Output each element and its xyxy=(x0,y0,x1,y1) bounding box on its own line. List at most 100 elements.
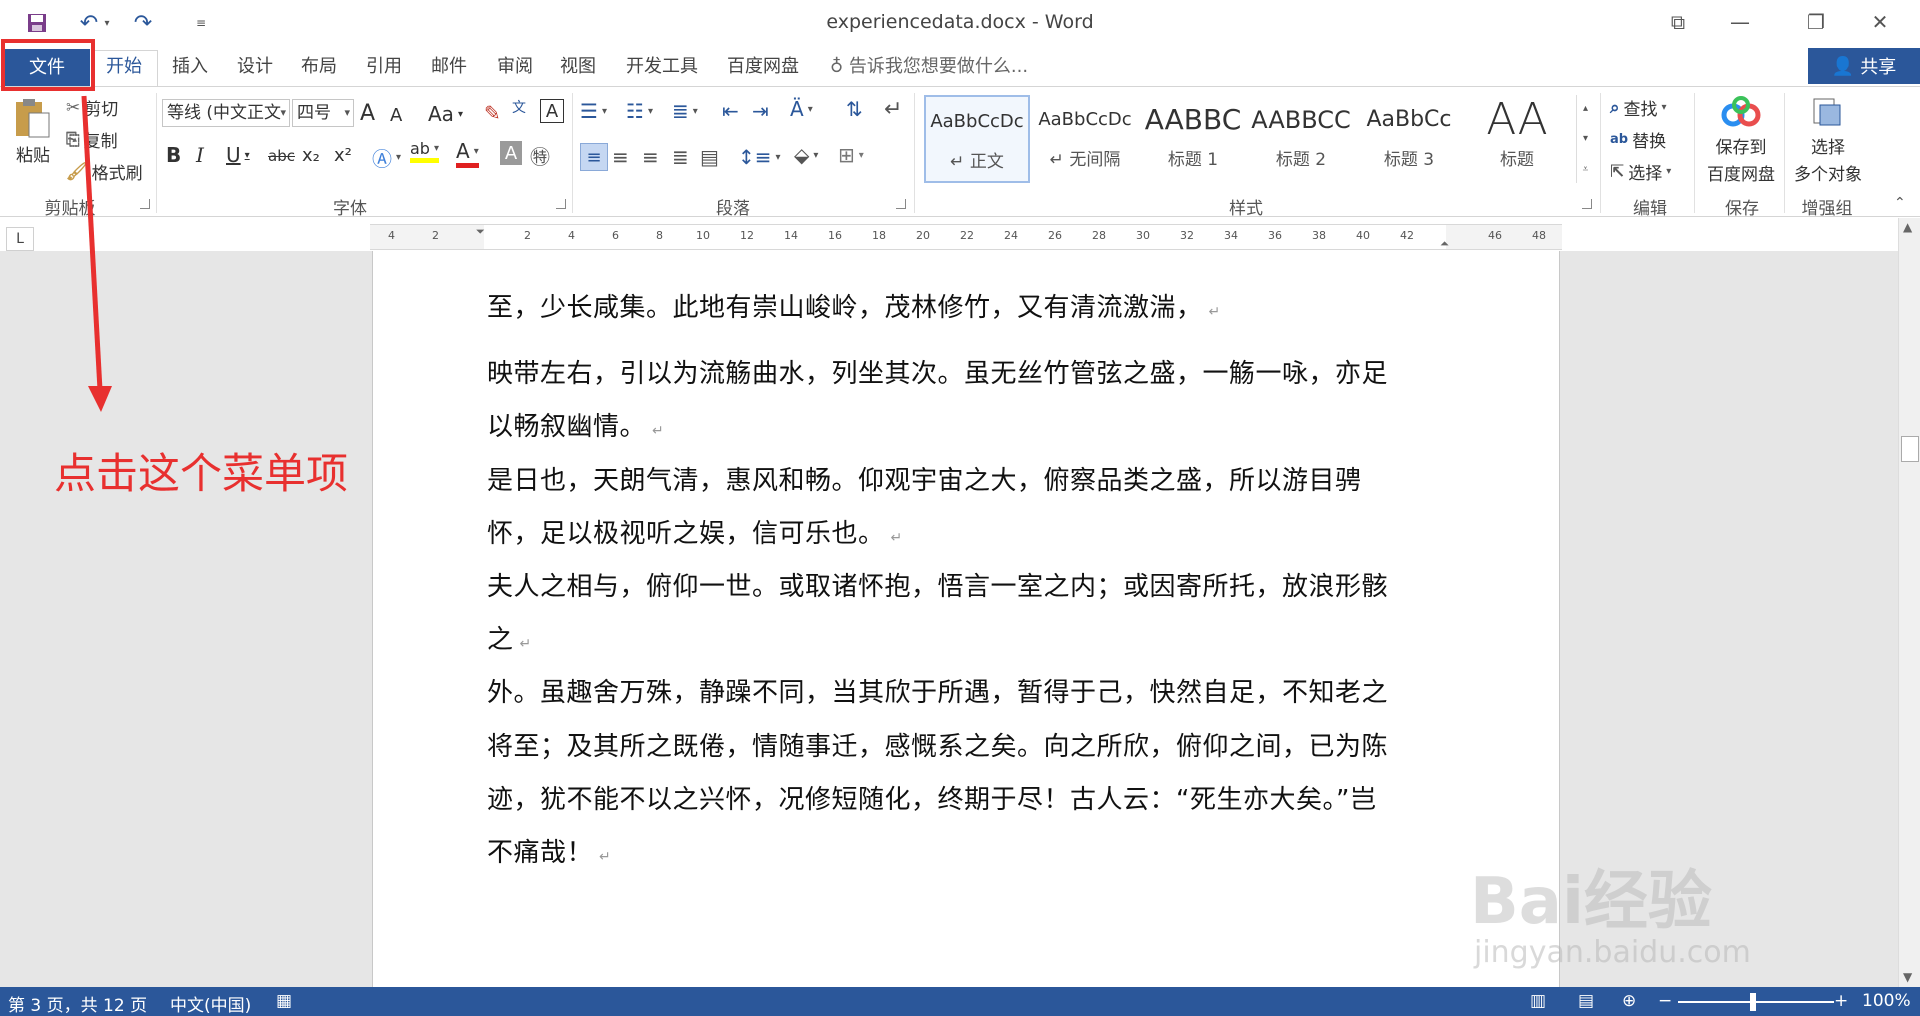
align-right-icon[interactable]: ≡ xyxy=(642,145,659,169)
close-button[interactable]: ✕ xyxy=(1852,5,1908,39)
tab-developer[interactable]: 开发工具 xyxy=(626,53,698,81)
styles-scroll[interactable]: ▴ ▾ ⩡ xyxy=(1576,95,1594,183)
copy-button[interactable]: ⎘ 复制 xyxy=(66,127,118,153)
italic-button[interactable]: I xyxy=(196,143,204,167)
collapse-ribbon-icon[interactable]: ⌃ xyxy=(1894,195,1906,211)
restore-button[interactable]: ❐ xyxy=(1788,5,1844,39)
ribbon-display-options-icon[interactable]: ⧉ xyxy=(1650,5,1706,39)
font-launcher-icon[interactable] xyxy=(556,199,566,209)
web-layout-icon[interactable]: ⊕ xyxy=(1622,991,1636,1011)
style-title[interactable]: AA 标题 xyxy=(1464,95,1570,183)
borders-icon[interactable]: ⊞ ▾ xyxy=(838,143,864,167)
increase-indent-icon[interactable]: ⇥ xyxy=(752,99,769,123)
style-normal[interactable]: AaBbCcDc ↵ 正文 xyxy=(924,95,1030,183)
shrink-font-button[interactable]: A xyxy=(390,105,402,126)
font-name-combo[interactable]: 等线 (中文正文 ▾ xyxy=(162,99,290,127)
print-layout-icon[interactable]: ▤ xyxy=(1578,991,1594,1011)
phonetic-guide-icon[interactable]: 文 xyxy=(512,97,526,117)
align-left-icon[interactable]: ≡ xyxy=(580,143,608,171)
zoom-slider-thumb[interactable] xyxy=(1750,993,1756,1011)
scroll-down-icon[interactable]: ▼ xyxy=(1903,970,1912,984)
tab-design[interactable]: 设计 xyxy=(237,53,273,81)
replace-button[interactable]: ab 替换 xyxy=(1610,127,1666,152)
sort-icon[interactable]: ⇅ xyxy=(846,97,863,121)
paragraph-line[interactable]: 以畅叙幽情。 ↵ xyxy=(487,406,664,443)
chinese-layout-icon[interactable]: Ä ▾ xyxy=(790,97,813,121)
minimize-button[interactable]: — xyxy=(1712,5,1768,39)
bullets-icon[interactable]: ☰ ▾ xyxy=(580,99,607,123)
right-indent-marker-icon[interactable]: ⏶ xyxy=(1440,237,1449,251)
clipboard-launcher-icon[interactable] xyxy=(140,199,150,209)
change-case-button[interactable]: Aa ▾ xyxy=(428,102,463,126)
paragraph-line[interactable]: 不痛哉！ ↵ xyxy=(487,832,611,869)
paragraph-line[interactable]: 是日也，天朗气清，惠风和畅。仰观宇宙之大，俯察品类之盛，所以游目骋 xyxy=(487,460,1362,497)
decrease-indent-icon[interactable]: ⇤ xyxy=(722,99,739,123)
numbering-icon[interactable]: ☷ ▾ xyxy=(626,99,653,123)
scroll-up-icon[interactable]: ▲ xyxy=(1903,220,1912,234)
underline-button[interactable]: U ▾ xyxy=(226,143,250,167)
font-size-combo[interactable]: 四号 ▾ xyxy=(292,99,354,127)
style-heading-1[interactable]: AABBC 标题 1 xyxy=(1140,95,1246,183)
paragraph-line[interactable]: 至，少长咸集。此地有崇山峻岭，茂林修竹，又有清流激湍， ↵ xyxy=(487,287,1221,324)
enclosed-char-icon[interactable]: ㊕ xyxy=(530,141,550,170)
styles-launcher-icon[interactable] xyxy=(1582,199,1592,209)
document-page[interactable]: 至，少长咸集。此地有崇山峻岭，茂林修竹，又有清流激湍， ↵ 映带左右，引以为流觞曲… xyxy=(372,251,1560,987)
page-count[interactable]: 第 3 页，共 12 页 xyxy=(8,991,147,1016)
paragraph-line[interactable]: 外。虽趣舍万殊，静躁不同，当其欣于所遇，暂得于己，快然自足，不知老之 xyxy=(487,672,1388,709)
paragraph-line[interactable]: 将至；及其所之既倦，情随事迁，感慨系之矣。向之所欣，俯仰之间，已为陈 xyxy=(487,726,1388,763)
font-color-button[interactable]: A ▾ xyxy=(456,139,479,168)
subscript-button[interactable]: x₂ xyxy=(302,145,320,166)
paste-button[interactable]: 粘贴 xyxy=(10,97,56,166)
share-button[interactable]: 👤 共享 xyxy=(1808,48,1920,84)
style-no-spacing[interactable]: AaBbCcDc ↵ 无间隔 xyxy=(1032,95,1138,183)
tab-mailings[interactable]: 邮件 xyxy=(431,53,467,81)
grow-font-button[interactable]: A xyxy=(360,101,375,126)
save-to-baidu-button[interactable]: 保存到 百度网盘 xyxy=(1700,95,1782,185)
tab-review[interactable]: 审阅 xyxy=(497,53,533,81)
clear-formatting-icon[interactable]: ✎ xyxy=(484,101,501,125)
paragraph-launcher-icon[interactable] xyxy=(896,199,906,209)
tab-references[interactable]: 引用 xyxy=(366,53,402,81)
text-highlight-icon[interactable]: ab ▾ xyxy=(410,139,439,163)
enclose-characters-icon[interactable]: A xyxy=(540,99,564,123)
find-button[interactable]: ⌕ 查找 ▾ xyxy=(1610,95,1667,121)
multilevel-list-icon[interactable]: ≣ ▾ xyxy=(672,99,698,123)
macro-recording-icon[interactable]: ▦ xyxy=(276,991,292,1011)
paragraph-line[interactable]: 夫人之相与，俯仰一世。或取诸怀抱，悟言一室之内；或因寄所托，放浪形骸 xyxy=(487,566,1388,603)
justify-icon[interactable]: ≣ xyxy=(672,145,689,169)
zoom-slider-track[interactable] xyxy=(1678,1001,1834,1003)
indent-marker-icon[interactable]: ⏷ xyxy=(476,225,485,239)
horizontal-ruler[interactable]: 4 2 2 4 6 8 10 12 14 16 18 20 22 24 26 2… xyxy=(370,224,1562,250)
strikethrough-button[interactable]: abc xyxy=(268,147,295,165)
paragraph-line[interactable]: 之 ↵ xyxy=(487,619,532,656)
tell-me-box[interactable]: ♁ 告诉我您想要做什么... xyxy=(830,53,1028,81)
tab-layout[interactable]: 布局 xyxy=(301,53,337,81)
zoom-out-icon[interactable]: − xyxy=(1658,991,1672,1011)
superscript-button[interactable]: x² xyxy=(334,145,352,166)
line-spacing-icon[interactable]: ↕≡ ▾ xyxy=(738,145,781,169)
paragraph-line[interactable]: 迹，犹不能不以之兴怀，况修短随化，终期于尽！古人云：“死生亦大矣。”岂 xyxy=(487,779,1376,816)
select-button[interactable]: ⇱ 选择 ▾ xyxy=(1610,159,1671,185)
style-heading-3[interactable]: AaBbCc 标题 3 xyxy=(1356,95,1462,183)
align-center-icon[interactable]: ≡ xyxy=(612,145,629,169)
show-marks-icon[interactable]: ↵ xyxy=(884,97,902,122)
cut-button[interactable]: ✂ 剪切 xyxy=(66,95,118,121)
tab-view[interactable]: 视图 xyxy=(560,53,596,81)
language-indicator[interactable]: 中文(中国) xyxy=(170,991,251,1016)
paragraph-line[interactable]: 映带左右，引以为流觞曲水，列坐其次。虽无丝竹管弦之盛，一觞一咏，亦足 xyxy=(487,353,1388,390)
paragraph-line[interactable]: 怀，足以极视听之娱，信可乐也。 ↵ xyxy=(487,513,903,550)
tab-insert[interactable]: 插入 xyxy=(172,53,208,81)
read-mode-icon[interactable]: ▥ xyxy=(1530,991,1546,1011)
tab-selector[interactable]: L xyxy=(6,227,34,251)
text-effects-icon[interactable]: Ⓐ ▾ xyxy=(372,143,401,172)
character-shading-button[interactable]: A xyxy=(500,141,522,165)
zoom-level[interactable]: 100% xyxy=(1862,991,1911,1011)
select-multiple-objects-button[interactable]: 选择 多个对象 xyxy=(1788,95,1868,185)
vertical-scrollbar[interactable]: ▲ ▼ xyxy=(1898,218,1920,987)
zoom-in-icon[interactable]: + xyxy=(1834,991,1848,1011)
style-heading-2[interactable]: AABBCC 标题 2 xyxy=(1248,95,1354,183)
distributed-icon[interactable]: ▤ xyxy=(700,145,719,169)
tab-home[interactable]: 开始 xyxy=(106,53,142,81)
tab-baidu-netdisk[interactable]: 百度网盘 xyxy=(727,53,799,81)
format-painter-button[interactable]: 🖌 格式刷 xyxy=(66,159,143,185)
